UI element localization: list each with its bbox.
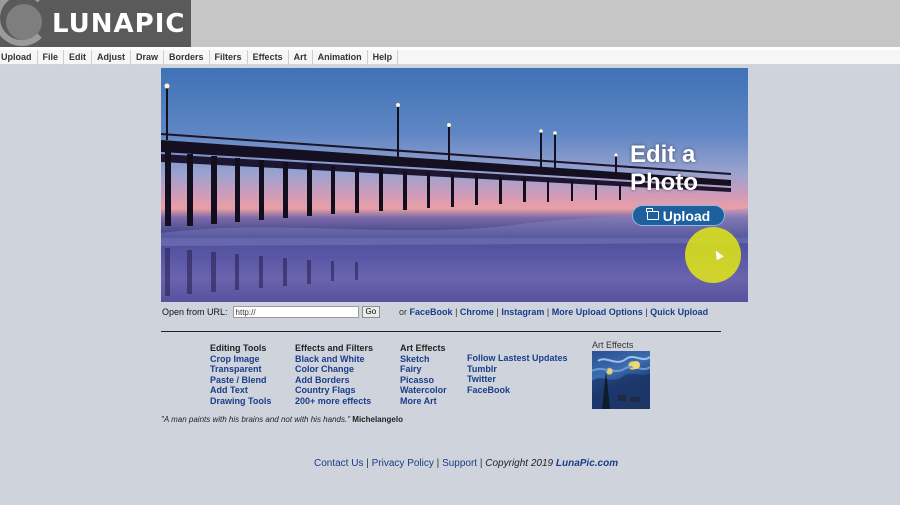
hero-title: Edit a Photo: [630, 141, 698, 196]
link-more-art[interactable]: More Art: [400, 396, 447, 407]
link-twitter[interactable]: Twitter: [467, 374, 568, 385]
menu-draw[interactable]: Draw: [131, 49, 165, 65]
link-tumblr[interactable]: Tumblr: [467, 364, 568, 375]
link-instagram[interactable]: Instagram: [501, 307, 544, 317]
upload-source-links: or FaceBook | Chrome | Instagram | More …: [399, 307, 709, 317]
link-facebook-upload[interactable]: FaceBook: [410, 307, 453, 317]
upload-button-label: Upload: [662, 207, 711, 224]
effects-filters-column: Effects and Filters Black and White Colo…: [295, 343, 373, 407]
link-country-flags[interactable]: Country Flags: [295, 385, 373, 396]
link-color-change[interactable]: Color Change: [295, 364, 373, 375]
link-watercolor[interactable]: Watercolor: [400, 385, 447, 396]
link-picasso[interactable]: Picasso: [400, 375, 447, 386]
quote-line: "A man paints with his brains and not wi…: [161, 415, 403, 424]
open-url-label: Open from URL:: [162, 307, 228, 317]
link-black-and-white[interactable]: Black and White: [295, 354, 373, 365]
logo-text: LUNAPIC: [52, 8, 186, 39]
art-effects-thumbnail[interactable]: [592, 351, 650, 409]
go-button[interactable]: Go: [361, 306, 381, 318]
link-sketch[interactable]: Sketch: [400, 354, 447, 365]
link-contact-us[interactable]: Contact Us: [314, 458, 363, 469]
menu-art[interactable]: Art: [289, 49, 313, 65]
url-input[interactable]: [232, 306, 359, 318]
section-divider: [161, 331, 721, 332]
link-more-effects[interactable]: 200+ more effects: [295, 396, 373, 407]
link-support[interactable]: Support: [442, 458, 477, 469]
link-follow-updates[interactable]: Follow Lastest Updates: [467, 353, 568, 364]
lunapic-logo[interactable]: LUNAPIC: [0, 0, 191, 47]
upload-button[interactable]: Upload: [632, 205, 725, 226]
effects-filters-heading: Effects and Filters: [295, 343, 374, 353]
menu-edit[interactable]: Edit: [64, 49, 93, 65]
editing-tools-column: Editing Tools Crop Image Transparent Pas…: [210, 343, 271, 407]
menu-file[interactable]: File: [38, 49, 65, 65]
quote-author: Michelangelo: [352, 415, 403, 424]
link-add-borders[interactable]: Add Borders: [295, 375, 373, 386]
copyright-brand[interactable]: LunaPic.com: [556, 458, 618, 469]
starry-night-thumbnail: [592, 356, 650, 409]
link-drawing-tools[interactable]: Drawing Tools: [210, 396, 271, 407]
menu-filters[interactable]: Filters: [210, 49, 248, 65]
hero-pier-image: Edit a Photo Upload: [161, 68, 748, 302]
link-paste-blend[interactable]: Paste / Blend: [210, 375, 271, 386]
link-transparent[interactable]: Transparent: [210, 364, 271, 375]
link-crop-image[interactable]: Crop Image: [210, 354, 271, 365]
link-facebook[interactable]: FaceBook: [467, 385, 568, 396]
copyright-text: Copyright 2019: [485, 458, 554, 469]
link-chrome[interactable]: Chrome: [460, 307, 494, 317]
moon-logo-icon: [0, 0, 50, 47]
link-add-text[interactable]: Add Text: [210, 385, 271, 396]
art-effects-caption: Art Effects: [592, 340, 634, 350]
link-quick-upload[interactable]: Quick Upload: [650, 307, 708, 317]
folder-icon: [646, 208, 659, 220]
menu-effects[interactable]: Effects: [248, 49, 289, 65]
menu-borders[interactable]: Borders: [164, 49, 210, 65]
copyright: Copyright 2019 LunaPic.com: [485, 458, 618, 469]
link-privacy-policy[interactable]: Privacy Policy: [372, 458, 434, 469]
footer: Contact Us | Privacy Policy | Support | …: [314, 458, 619, 469]
or-text: or: [399, 307, 408, 317]
follow-column: Follow Lastest Updates Tumblr Twitter Fa…: [467, 353, 568, 395]
art-effects-column: Art Effects Sketch Fairy Picasso Waterco…: [400, 343, 447, 407]
quote-text: "A man paints with his brains and not wi…: [161, 415, 351, 424]
menu-help[interactable]: Help: [368, 49, 399, 65]
menu-adjust[interactable]: Adjust: [92, 49, 132, 65]
link-more-upload-options[interactable]: More Upload Options: [552, 307, 643, 317]
menu-bar: Upload File Edit Adjust Draw Borders Fil…: [0, 49, 900, 65]
menu-animation[interactable]: Animation: [313, 49, 368, 65]
open-url-row: Open from URL: Go or FaceBook | Chrome |…: [162, 305, 752, 319]
link-fairy[interactable]: Fairy: [400, 364, 447, 375]
editing-tools-heading: Editing Tools: [210, 343, 267, 353]
menu-upload[interactable]: Upload: [0, 49, 38, 65]
art-effects-heading: Art Effects: [400, 343, 446, 353]
